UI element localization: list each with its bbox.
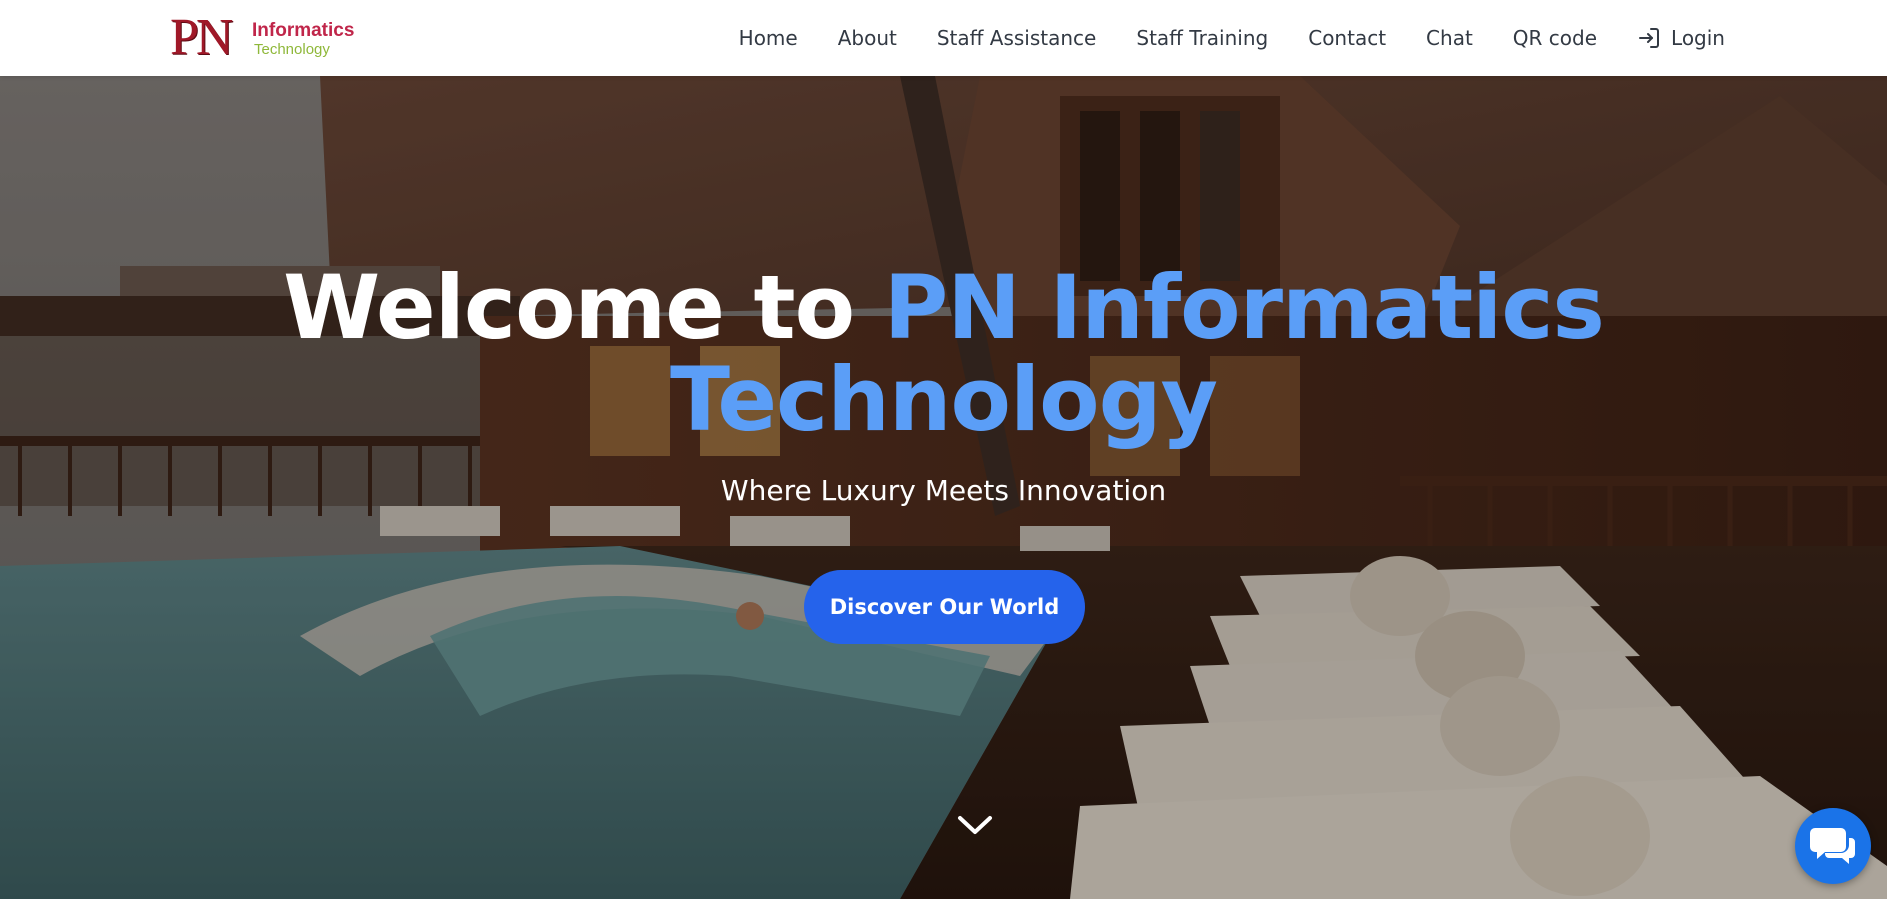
- brand-logo[interactable]: PN Informatics Technology: [170, 10, 370, 66]
- nav-chat[interactable]: Chat: [1426, 26, 1473, 50]
- main-nav: Home About Staff Assistance Staff Traini…: [739, 0, 1725, 76]
- logo-word-informatics: Informatics: [252, 20, 355, 41]
- hero-subtitle: Where Luxury Meets Innovation: [720, 474, 1167, 507]
- nav-staff-training[interactable]: Staff Training: [1136, 26, 1268, 50]
- nav-staff-assistance[interactable]: Staff Assistance: [937, 26, 1097, 50]
- navbar: PN Informatics Technology Home About Sta…: [0, 0, 1887, 76]
- chat-widget-button[interactable]: [1795, 808, 1871, 884]
- login-label: Login: [1671, 26, 1725, 50]
- chat-bubbles-icon: [1810, 828, 1855, 864]
- login-icon: [1639, 28, 1660, 48]
- nav-qr-code[interactable]: QR code: [1513, 26, 1597, 50]
- nav-home[interactable]: Home: [739, 26, 798, 50]
- logo-word-technology: Technology: [254, 41, 330, 58]
- nav-contact[interactable]: Contact: [1308, 26, 1386, 50]
- nav-about[interactable]: About: [838, 26, 897, 50]
- hero-title: Welcome to PN Informatics Technology: [0, 262, 1887, 446]
- logo-mark: PN: [170, 9, 234, 66]
- hero-title-prefix: Welcome to: [283, 256, 884, 359]
- discover-button[interactable]: Discover Our World: [804, 570, 1085, 644]
- hero-section: Welcome to PN Informatics Technology Whe…: [0, 76, 1887, 899]
- chevron-down-icon[interactable]: [956, 813, 994, 837]
- nav-login[interactable]: Login: [1637, 26, 1725, 50]
